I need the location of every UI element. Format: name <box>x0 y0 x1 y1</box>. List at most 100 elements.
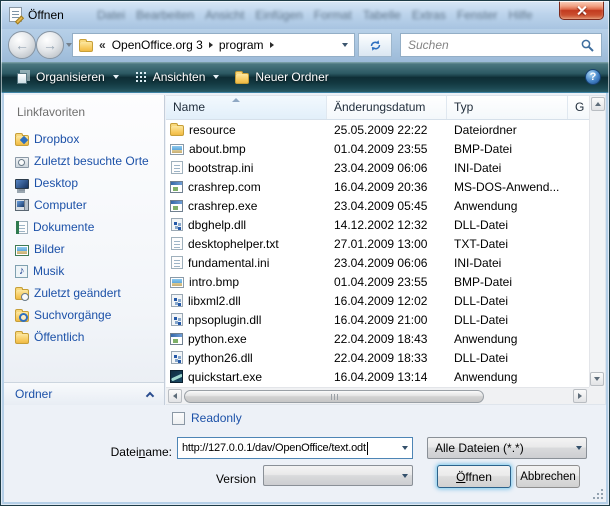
table-row[interactable]: dbghelp.dll 14.12.2002 12:32 DLL-Datei <box>166 215 589 234</box>
sidebar-item-recent-places[interactable]: Zuletzt besuchte Orte <box>4 150 164 172</box>
favorites-sidebar: Linkfavoriten Dropbox Zuletzt besuchte O… <box>4 95 165 405</box>
views-button[interactable]: Ansichten <box>127 66 228 88</box>
titlebar: Öffnen Datei Bearbeiten Ansicht Einfügen… <box>1 1 609 29</box>
file-name: crashrep.com <box>188 180 261 194</box>
table-row[interactable]: npsoplugin.dll 16.04.2009 21:00 DLL-Date… <box>166 310 589 329</box>
sidebar-item-desktop[interactable]: Desktop <box>4 172 164 194</box>
sidebar-item-pictures[interactable]: Bilder <box>4 238 164 260</box>
table-row[interactable]: fundamental.ini 23.04.2009 06:06 INI-Dat… <box>166 253 589 272</box>
readonly-checkbox[interactable] <box>172 412 185 425</box>
table-row[interactable]: quickstart.exe 16.04.2009 13:14 Anwendun… <box>166 367 589 386</box>
sidebar-item-label: Öffentlich <box>34 330 84 344</box>
scroll-up-button[interactable] <box>591 97 605 111</box>
sidebar-item-recently-changed[interactable]: Zuletzt geändert <box>4 282 164 304</box>
table-row[interactable]: libxml2.dll 16.04.2009 12:02 DLL-Datei <box>166 291 589 310</box>
column-header-size[interactable]: G <box>568 96 589 119</box>
file-name: desktophelper.txt <box>188 237 279 251</box>
open-button[interactable]: Öffnen <box>437 465 511 488</box>
triangle-down-icon <box>594 377 600 381</box>
background-window-menubar: Datei Bearbeiten Ansicht Einfügen Format… <box>97 8 547 22</box>
file-name: bootstrap.ini <box>188 161 253 175</box>
sort-asc-icon <box>232 98 240 102</box>
horizontal-scrollbar[interactable] <box>166 387 589 404</box>
sidebar-item-label: Suchvorgänge <box>34 308 111 322</box>
address-dropdown-icon[interactable] <box>342 43 348 47</box>
version-dropdown-button[interactable] <box>397 466 412 485</box>
sidebar-item-dropbox[interactable]: Dropbox <box>4 128 164 150</box>
organize-button[interactable]: Organisieren <box>9 66 127 88</box>
column-header-label: Änderungsdatum <box>334 100 425 114</box>
chevron-down-icon <box>113 75 119 79</box>
new-folder-button[interactable]: Neuer Ordner <box>227 66 336 88</box>
sidebar-item-computer[interactable]: Computer <box>4 194 164 216</box>
sidebar-item-searches[interactable]: Suchvorgänge <box>4 304 164 326</box>
column-header-date[interactable]: Änderungsdatum <box>327 96 447 119</box>
dialog-body: Linkfavoriten Dropbox Zuletzt besuchte O… <box>4 93 606 502</box>
breadcrumb-overflow[interactable]: « <box>99 38 106 52</box>
table-row[interactable]: intro.bmp 01.04.2009 23:55 BMP-Datei <box>166 272 589 291</box>
breadcrumb-item[interactable]: program <box>219 38 264 52</box>
scroll-right-button[interactable] <box>573 389 587 403</box>
txt-file-icon <box>171 237 183 250</box>
table-row[interactable]: desktophelper.txt 27.01.2009 13:00 TXT-D… <box>166 234 589 253</box>
resize-grip-icon[interactable] <box>592 488 603 499</box>
file-date: 23.04.2009 06:06 <box>327 161 447 175</box>
filename-input[interactable]: http://127.0.0.1/dav/OpenOffice/text.odt <box>177 437 413 459</box>
refresh-button[interactable] <box>358 33 392 57</box>
filename-value: http://127.0.0.1/dav/OpenOffice/text.odt <box>182 442 366 454</box>
table-row[interactable]: crashrep.com 16.04.2009 20:36 MS-DOS-Anw… <box>166 177 589 196</box>
new-folder-icon <box>235 73 249 84</box>
column-header-label: G <box>575 100 584 114</box>
public-folder-icon <box>15 333 29 344</box>
bg-menu-item: Format <box>314 8 352 22</box>
sidebar-item-music[interactable]: Musik <box>4 260 164 282</box>
table-row[interactable]: crashrep.exe 23.04.2009 05:45 Anwendung <box>166 196 589 215</box>
column-header-type[interactable]: Typ <box>447 96 568 119</box>
column-header-name[interactable]: Name <box>166 96 327 119</box>
cancel-button[interactable]: Abbrechen <box>516 465 580 488</box>
table-row[interactable]: about.bmp 01.04.2009 23:55 BMP-Datei <box>166 139 589 158</box>
table-row[interactable]: python.exe 22.04.2009 18:43 Anwendung <box>166 329 589 348</box>
scroll-down-button[interactable] <box>590 372 604 386</box>
table-row[interactable]: bootstrap.ini 23.04.2009 06:06 INI-Datei <box>166 158 589 177</box>
breadcrumb[interactable]: « OpenOffice.org 3 program <box>72 33 355 57</box>
file-type: DLL-Datei <box>447 313 589 327</box>
sidebar-item-label: Zuletzt geändert <box>34 286 121 300</box>
sidebar-item-documents[interactable]: Dokumente <box>4 216 164 238</box>
breadcrumb-item[interactable]: OpenOffice.org 3 <box>112 38 203 52</box>
new-folder-label: Neuer Ordner <box>255 70 328 84</box>
bg-menu-item: Hilfe <box>509 8 533 22</box>
filetype-select[interactable]: Alle Dateien (*.*) <box>427 437 587 459</box>
horizontal-scroll-thumb[interactable] <box>184 390 484 403</box>
table-row[interactable]: python26.dll 22.04.2009 18:33 DLL-Datei <box>166 348 589 367</box>
file-type: DLL-Datei <box>447 294 589 308</box>
filename-dropdown-button[interactable] <box>397 438 412 458</box>
file-name: intro.bmp <box>189 275 239 289</box>
forward-button[interactable]: → <box>36 31 64 59</box>
search-icon <box>581 39 594 52</box>
file-date: 01.04.2009 23:55 <box>327 275 447 289</box>
help-button[interactable]: ? <box>585 69 601 85</box>
sidebar-item-public[interactable]: Öffentlich <box>4 326 164 348</box>
folders-expander[interactable]: Ordner <box>4 382 164 405</box>
bg-menu-item: Extras <box>412 8 446 22</box>
filename-label-pre: Datei <box>111 445 139 459</box>
sidebar-item-label: Zuletzt besuchte Orte <box>34 154 149 168</box>
chevron-up-icon <box>146 391 154 399</box>
back-button[interactable]: ← <box>8 31 36 59</box>
list-header: Name Änderungsdatum Typ G <box>166 96 589 120</box>
scroll-left-button[interactable] <box>168 389 182 403</box>
search-input[interactable]: Suchen <box>400 33 602 57</box>
filetype-dropdown-button[interactable] <box>571 438 586 458</box>
views-grid-icon <box>135 71 147 83</box>
version-select[interactable] <box>263 465 413 486</box>
file-type: BMP-Datei <box>447 275 589 289</box>
sidebar-item-label: Dokumente <box>33 220 94 234</box>
cancel-button-label: Abbrechen <box>520 471 576 483</box>
dll-file-icon <box>171 313 183 326</box>
close-button[interactable] <box>559 1 604 20</box>
vertical-scrollbar[interactable] <box>589 96 605 387</box>
file-date: 22.04.2009 18:33 <box>327 351 447 365</box>
table-row[interactable]: resource 25.05.2009 22:22 Dateiordner <box>166 120 589 139</box>
app-file-icon <box>170 181 183 193</box>
